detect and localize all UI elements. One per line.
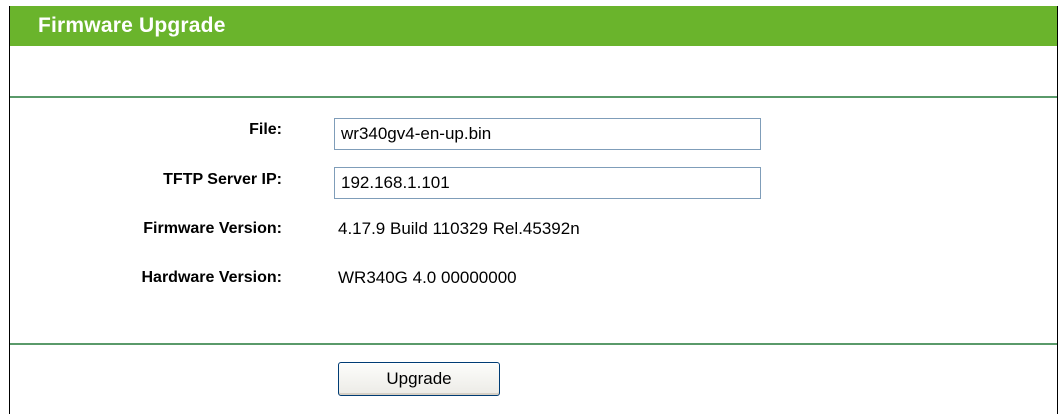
tftp-server-ip-input[interactable] [334,167,761,199]
upgrade-button[interactable]: Upgrade [338,362,500,396]
file-label: File: [249,121,282,138]
firmware-version-label: Firmware Version: [143,220,282,237]
top-divider [10,96,1057,98]
firmware-upgrade-panel: Firmware Upgrade File: TFTP Server IP: F… [9,6,1058,414]
page-title: Firmware Upgrade [38,14,226,37]
bottom-divider [10,343,1057,345]
tftp-server-ip-label: TFTP Server IP: [163,171,282,188]
firmware-version-value: 4.17.9 Build 110329 Rel.45392n [338,219,580,238]
file-input[interactable] [334,118,761,150]
hardware-version-value: WR340G 4.0 00000000 [338,268,517,287]
hardware-version-label: Hardware Version: [141,269,283,286]
title-bar: Firmware Upgrade [10,6,1057,46]
